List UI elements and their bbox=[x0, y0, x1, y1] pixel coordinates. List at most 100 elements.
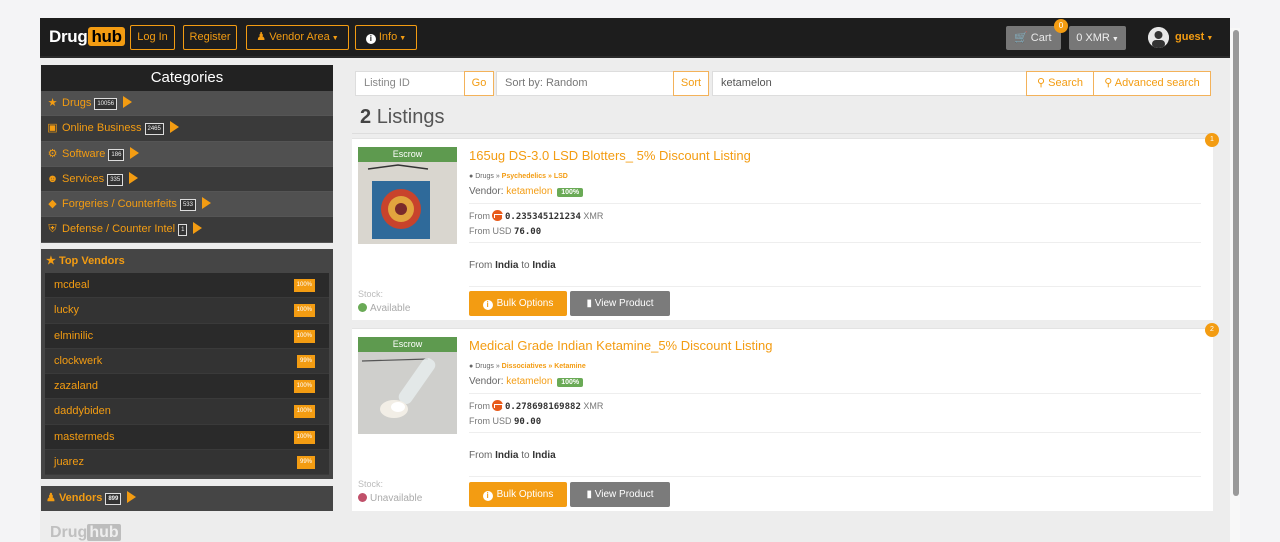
sort-select[interactable]: Sort by: Random bbox=[496, 71, 674, 96]
info-button[interactable]: i Info ▼ bbox=[355, 25, 417, 50]
category-label: Online Business bbox=[62, 122, 142, 135]
listings-count-title: 2 Listings bbox=[360, 106, 445, 129]
brand-logo[interactable]: Drug hub bbox=[49, 27, 125, 47]
xmr-price: From 0.278698169882 XMR bbox=[469, 400, 603, 412]
divider bbox=[469, 203, 1201, 204]
category-breadcrumb: ● Drugs » Dissociatives » Ketamine bbox=[469, 363, 586, 370]
vendor-item-lucky[interactable]: lucky 100% bbox=[45, 298, 329, 324]
crumb-root[interactable]: Drugs bbox=[475, 363, 494, 370]
arrow-right-icon bbox=[169, 121, 179, 134]
vendor-area-button[interactable]: ♟ Vendor Area ▼ bbox=[246, 25, 349, 50]
footer-logo-right: hub bbox=[87, 524, 121, 541]
category-item-drugs[interactable]: ★ Drugs 10056 bbox=[41, 91, 333, 117]
vendor-link[interactable]: ketamelon bbox=[506, 186, 552, 197]
ship-from: India bbox=[495, 450, 519, 461]
currency-dropdown[interactable]: 0 XMR ▼ bbox=[1069, 26, 1126, 50]
view-label: View Product bbox=[594, 489, 654, 500]
search-button[interactable]: ⚲ Search bbox=[1026, 71, 1094, 96]
user-menu[interactable]: guest ▼ bbox=[1175, 31, 1213, 43]
vendor-rating-badge: 100% bbox=[557, 188, 584, 197]
caret-down-icon: ▼ bbox=[399, 35, 407, 42]
category-item-software[interactable]: ⚙ Software 186 bbox=[41, 141, 333, 167]
escrow-badge: Escrow bbox=[358, 337, 457, 352]
category-count: 335 bbox=[107, 173, 124, 186]
go-button[interactable]: Go bbox=[464, 71, 494, 96]
category-item-services[interactable]: ☻ Services 335 bbox=[41, 166, 333, 193]
scrollbar-thumb[interactable] bbox=[1233, 30, 1239, 496]
vendor-name: daddybiden bbox=[54, 405, 111, 418]
divider bbox=[352, 133, 1212, 134]
bulk-options-button[interactable]: i Bulk Options bbox=[469, 482, 567, 507]
listing-thumbnail[interactable]: Escrow bbox=[358, 337, 457, 434]
ship-to-word: to bbox=[521, 450, 530, 461]
vendor-item-juarez[interactable]: juarez 99% bbox=[45, 450, 329, 476]
divider bbox=[469, 393, 1201, 394]
category-item-forgeries[interactable]: ◆ Forgeries / Counterfeits 533 bbox=[41, 192, 333, 218]
footer-logo: Drug hub bbox=[50, 524, 121, 542]
category-count: 186 bbox=[108, 148, 125, 161]
vendor-line: Vendor: ketamelon 100% bbox=[469, 186, 584, 197]
listing-id-input[interactable]: Listing ID bbox=[355, 71, 465, 96]
listing-title-link[interactable]: 165ug DS-3.0 LSD Blotters_ 5% Discount L… bbox=[469, 148, 751, 163]
info-label: Info bbox=[378, 31, 398, 43]
xmr-unit: XMR bbox=[583, 401, 604, 411]
person-icon: ♟ bbox=[46, 492, 56, 504]
vendor-item-mastermeds[interactable]: mastermeds 100% bbox=[45, 424, 329, 451]
arrow-right-icon bbox=[130, 146, 140, 159]
view-product-button[interactable]: ▮ View Product bbox=[570, 291, 670, 316]
arrow-right-icon bbox=[123, 96, 133, 108]
crumb-path[interactable]: Dissociatives » Ketamine bbox=[502, 363, 586, 370]
view-product-button[interactable]: ▮ View Product bbox=[570, 482, 670, 507]
cart-label: Cart bbox=[1030, 32, 1052, 44]
monero-icon bbox=[492, 210, 503, 221]
vendor-link[interactable]: ketamelon bbox=[506, 376, 552, 387]
shipping-info: From India to India bbox=[469, 260, 556, 271]
vendor-item-zazaland[interactable]: zazaland 100% bbox=[45, 374, 329, 400]
crumb-path[interactable]: Psychedelics » LSD bbox=[502, 173, 568, 180]
crumb-root[interactable]: Drugs bbox=[475, 173, 494, 180]
avatar[interactable] bbox=[1148, 27, 1169, 48]
vendors-label: Vendors bbox=[58, 492, 103, 504]
listing-thumbnail[interactable]: Escrow bbox=[358, 147, 457, 244]
category-label: Defense / Counter Intel bbox=[62, 223, 176, 236]
person-icon: ☻ bbox=[46, 172, 59, 185]
arrow-right-icon bbox=[129, 171, 139, 184]
user-icon: ♟ bbox=[256, 31, 267, 43]
price-prefix: From bbox=[469, 211, 490, 221]
category-count: 10056 bbox=[94, 98, 118, 110]
stock-value: Available bbox=[370, 303, 411, 314]
vendor-item-mcdeal[interactable]: mcdeal 100% bbox=[45, 273, 329, 299]
categories-list: ★ Drugs 10056 ▣ Online Business 2465 ⚙ Softwa… bbox=[41, 91, 333, 243]
top-vendors-label: Top Vendors bbox=[58, 255, 125, 267]
currency-label: 0 XMR bbox=[1076, 32, 1110, 44]
vendor-item-daddybiden[interactable]: daddybiden 100% bbox=[45, 399, 329, 425]
arrow-right-icon bbox=[201, 197, 211, 210]
ship-to-word: to bbox=[521, 260, 530, 271]
vendors-link[interactable]: ♟ Vendors 899 bbox=[41, 486, 333, 511]
vendor-item-elminilic[interactable]: elminilic 100% bbox=[45, 323, 329, 349]
listing-title-link[interactable]: Medical Grade Indian Ketamine_5% Discoun… bbox=[469, 338, 773, 353]
category-count: 533 bbox=[179, 199, 196, 212]
categories-title: Categories bbox=[41, 65, 333, 91]
divider bbox=[469, 286, 1201, 287]
vendor-rating-badge: 99% bbox=[296, 354, 315, 368]
brand-name-right: hub bbox=[88, 27, 125, 46]
sort-button[interactable]: Sort bbox=[673, 71, 709, 96]
login-button[interactable]: Log In bbox=[130, 25, 175, 50]
footer-logo-left: Drug bbox=[50, 524, 88, 541]
bulk-options-button[interactable]: i Bulk Options bbox=[469, 291, 567, 316]
category-item-defense[interactable]: ⛨ Defense / Counter Intel 1 bbox=[41, 217, 333, 243]
category-item-online-business[interactable]: ▣ Online Business 2465 bbox=[41, 116, 333, 142]
vendor-rating-badge: 100% bbox=[293, 279, 315, 292]
vendors-count: 899 bbox=[105, 493, 122, 505]
advanced-search-button[interactable]: ⚲ Advanced search bbox=[1093, 71, 1211, 96]
top-navbar: Drug hub Log In Register ♟ Vendor Area ▼ i… bbox=[40, 18, 1230, 58]
search-input[interactable]: ketamelon bbox=[712, 71, 1027, 96]
vendor-name: clockwerk bbox=[54, 354, 103, 367]
register-button[interactable]: Register bbox=[183, 25, 237, 50]
vendor-item-clockwerk[interactable]: clockwerk 99% bbox=[45, 348, 329, 375]
vendor-label: Vendor: bbox=[469, 376, 504, 387]
cart-button[interactable]: 🛒 Cart bbox=[1006, 26, 1061, 50]
caret-down-icon: ▼ bbox=[1206, 35, 1214, 42]
avatar-icon bbox=[1148, 27, 1169, 48]
